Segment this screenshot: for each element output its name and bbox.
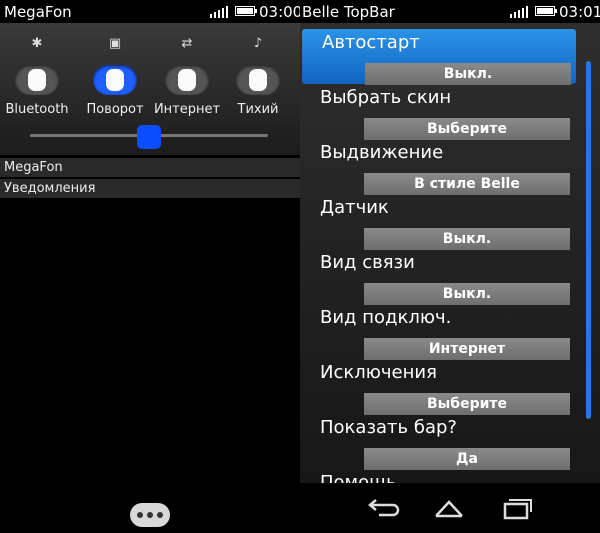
settings-list: Автостарт Выкл. Выбрать скин Выберите Вы… bbox=[300, 23, 600, 483]
notification-header[interactable]: Уведомления bbox=[0, 179, 300, 199]
setting-autostart[interactable]: Автостарт Выкл. bbox=[302, 29, 576, 85]
setting-value[interactable]: Выберите bbox=[364, 393, 570, 415]
setting-connection-view[interactable]: Вид связи Выкл. bbox=[300, 249, 580, 305]
setting-show-bar[interactable]: Показать бар? Да bbox=[300, 414, 580, 470]
operator-name: MegaFon bbox=[4, 3, 72, 21]
setting-exceptions[interactable]: Исключения Выберите bbox=[300, 359, 580, 415]
setting-label: Вид подключ. bbox=[320, 307, 452, 328]
battery-icon bbox=[535, 6, 557, 16]
setting-value[interactable]: Интернет bbox=[364, 338, 570, 360]
status-bar: Belle TopBar 03:01 bbox=[300, 0, 600, 23]
toggle-switch[interactable] bbox=[15, 65, 59, 95]
setting-label: Автостарт bbox=[322, 32, 420, 53]
clock: 03:01 bbox=[559, 3, 600, 21]
signal-icon bbox=[510, 5, 532, 18]
setting-value[interactable]: Да bbox=[364, 448, 570, 470]
setting-label: Показать бар? bbox=[320, 417, 457, 438]
setting-help[interactable]: Помощь bbox=[300, 469, 580, 483]
back-icon[interactable] bbox=[365, 496, 401, 522]
scrollbar[interactable] bbox=[586, 61, 591, 419]
setting-value[interactable]: Выкл. bbox=[364, 228, 570, 250]
signal-icon bbox=[210, 5, 232, 18]
setting-label: Выдвижение bbox=[320, 142, 444, 163]
setting-sensor[interactable]: Датчик Выкл. bbox=[300, 194, 580, 250]
setting-value[interactable]: В стиле Belle bbox=[364, 173, 570, 195]
right-screen: Belle TopBar 03:01 Автостарт Выкл. Выбра… bbox=[300, 0, 600, 533]
internet-toggle[interactable]: ⇄ Интернет bbox=[150, 35, 224, 125]
toggle-label: Тихий bbox=[237, 102, 279, 117]
notification-operator[interactable]: MegaFon bbox=[0, 158, 300, 178]
battery-icon bbox=[235, 6, 257, 16]
data-transfer-icon: ⇄ bbox=[181, 36, 193, 51]
brightness-slider-handle[interactable] bbox=[137, 125, 161, 149]
toggle-switch[interactable] bbox=[93, 65, 137, 95]
rotation-toggle[interactable]: ▣ Поворот bbox=[78, 35, 152, 125]
rotation-icon: ▣ bbox=[108, 36, 122, 51]
app-title: Belle TopBar bbox=[302, 3, 395, 21]
home-icon[interactable] bbox=[431, 496, 467, 522]
setting-slide-style[interactable]: Выдвижение В стиле Belle bbox=[300, 139, 580, 195]
navigation-bar bbox=[300, 483, 600, 533]
clock: 03:00 bbox=[259, 3, 300, 21]
toggle-switch[interactable] bbox=[236, 65, 280, 95]
setting-label: Выбрать скин bbox=[320, 87, 452, 108]
setting-skin[interactable]: Выбрать скин Выберите bbox=[300, 84, 580, 140]
bluetooth-toggle[interactable]: ✱ Bluetooth bbox=[0, 35, 74, 125]
bluetooth-icon: ✱ bbox=[31, 36, 43, 51]
status-bar: MegaFon 03:00 bbox=[0, 0, 300, 23]
more-options-icon[interactable] bbox=[130, 503, 170, 527]
setting-value[interactable]: Выкл. bbox=[365, 63, 571, 85]
toggle-label: Bluetooth bbox=[5, 102, 69, 117]
setting-value[interactable]: Выберите bbox=[364, 118, 570, 140]
setting-connection-type[interactable]: Вид подключ. Интернет bbox=[300, 304, 580, 360]
silent-toggle[interactable]: ♪ Тихий bbox=[221, 35, 295, 125]
setting-label: Исключения bbox=[320, 362, 437, 383]
setting-label: Вид связи bbox=[320, 252, 415, 273]
recent-apps-icon[interactable] bbox=[497, 496, 533, 522]
left-screen: MegaFon 03:00 ✱ Bluetooth ▣ Поворот ⇄ Ин… bbox=[0, 0, 300, 533]
setting-label: Датчик bbox=[320, 197, 389, 218]
setting-value[interactable]: Выкл. bbox=[364, 283, 570, 305]
silent-music-icon: ♪ bbox=[253, 36, 263, 51]
setting-label: Помощь bbox=[320, 472, 397, 483]
toggle-switch[interactable] bbox=[165, 65, 209, 95]
